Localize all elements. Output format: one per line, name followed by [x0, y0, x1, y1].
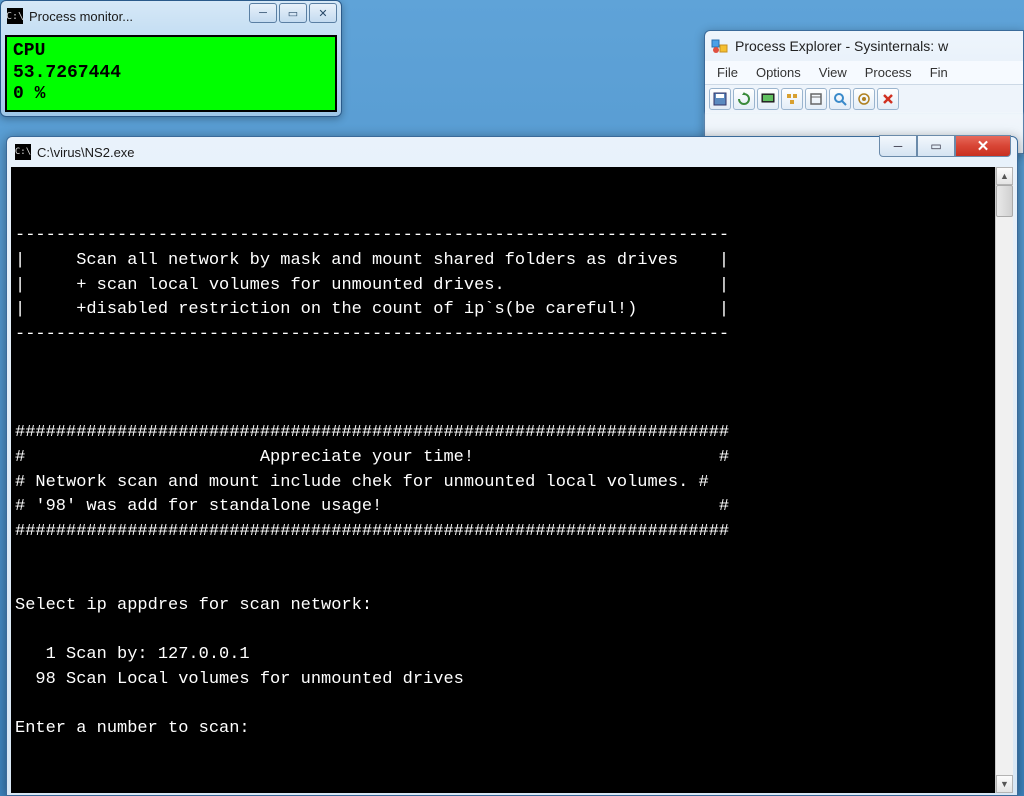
menu-process[interactable]: Process — [857, 63, 920, 82]
toolbar-find-icon[interactable] — [829, 88, 851, 110]
process-monitor-titlebar[interactable]: C:\ Process monitor... ─ ▭ ✕ — [1, 1, 341, 31]
process-explorer-menubar: File Options View Process Fin — [705, 61, 1023, 84]
toolbar-system-icon[interactable] — [757, 88, 779, 110]
cpu-percent: 0 % — [13, 84, 329, 106]
menu-file[interactable]: File — [709, 63, 746, 82]
console-title-text: C:\virus\NS2.exe — [37, 145, 135, 160]
scroll-down-button[interactable]: ▼ — [996, 775, 1013, 793]
cpu-label: CPU — [13, 41, 329, 63]
toolbar-refresh-icon[interactable] — [733, 88, 755, 110]
process-explorer-icon — [711, 37, 729, 55]
console-icon: C:\ — [7, 8, 23, 24]
toolbar-kill-icon[interactable] — [877, 88, 899, 110]
toolbar-window-icon[interactable] — [805, 88, 827, 110]
scroll-up-button[interactable]: ▲ — [996, 167, 1013, 185]
cpu-value: 53.7267444 — [13, 63, 329, 85]
process-monitor-window[interactable]: C:\ Process monitor... ─ ▭ ✕ CPU 53.7267… — [0, 0, 342, 117]
menu-find[interactable]: Fin — [922, 63, 956, 82]
menu-options[interactable]: Options — [748, 63, 809, 82]
maximize-button[interactable]: ▭ — [917, 135, 955, 157]
process-explorer-title-text: Process Explorer - Sysinternals: w — [735, 38, 948, 54]
process-monitor-body: CPU 53.7267444 0 % — [5, 35, 337, 112]
toolbar-target-icon[interactable] — [853, 88, 875, 110]
menu-view[interactable]: View — [811, 63, 855, 82]
close-button[interactable]: ✕ — [955, 135, 1011, 157]
toolbar-save-icon[interactable] — [709, 88, 731, 110]
minimize-button[interactable]: ─ — [249, 3, 277, 23]
minimize-button[interactable]: ─ — [879, 135, 917, 157]
console-titlebar[interactable]: C:\ C:\virus\NS2.exe ─ ▭ ✕ — [7, 137, 1017, 167]
console-window[interactable]: C:\ C:\virus\NS2.exe ─ ▭ ✕ -------------… — [6, 136, 1018, 796]
console-icon: C:\ — [15, 144, 31, 160]
scrollbar[interactable]: ▲ ▼ — [995, 167, 1013, 793]
console-output[interactable]: ----------------------------------------… — [11, 167, 995, 793]
process-explorer-toolbar — [705, 84, 1023, 113]
scroll-thumb[interactable] — [996, 185, 1013, 217]
toolbar-tree-icon[interactable] — [781, 88, 803, 110]
maximize-button[interactable]: ▭ — [279, 3, 307, 23]
process-explorer-titlebar[interactable]: Process Explorer - Sysinternals: w — [705, 31, 1023, 61]
close-button[interactable]: ✕ — [309, 3, 337, 23]
